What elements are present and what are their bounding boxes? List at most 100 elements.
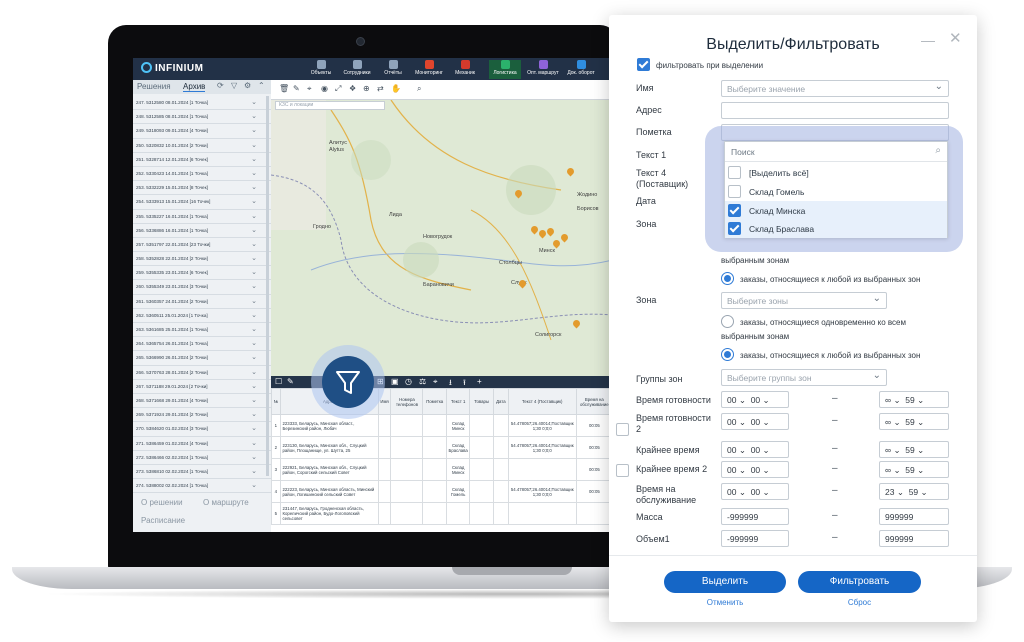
zone-groups-select[interactable]: Выберите группы зон ⌄ [721, 369, 887, 386]
upload-icon[interactable]: ⭱ [463, 377, 466, 391]
route-list-item[interactable]: 268. 5371668 29.01.2024 [4 Точки] ⌄ [133, 394, 271, 409]
route-list-item[interactable]: 256. 5336886 16.01.2024 [1 Точка] ⌄ [133, 224, 271, 238]
chevron-down-icon[interactable]: ⌄ [251, 212, 257, 220]
table-row[interactable]: 3 222921, Беларусь, Минская обл., Слуцкий… [271, 458, 613, 481]
trash-icon[interactable]: 🗑 [279, 84, 289, 93]
nav-mechanic[interactable]: Механик [449, 60, 481, 79]
nav-logistics[interactable]: Логистика [489, 60, 521, 79]
col-header[interactable]: Пометка [422, 388, 447, 415]
route-list-item[interactable]: 250. 5320832 10.01.2024 [2 Точки] ⌄ [133, 139, 271, 153]
route-list-item[interactable]: 267. 5371188 29.01.2024 [2 Точки] ⌄ [133, 380, 271, 394]
chevron-down-icon[interactable]: ⌄ [251, 183, 257, 191]
edit-icon[interactable]: ✎ [287, 377, 294, 386]
nav-monitoring[interactable]: Мониторинг [413, 60, 445, 79]
chevron-down-icon[interactable]: ⌄ [251, 169, 257, 177]
deadline-to[interactable]: ∞ ⌄ 59 ⌄ [879, 441, 949, 458]
download-icon[interactable]: ⭳ [449, 377, 452, 391]
gear-icon[interactable]: ⚙ [244, 81, 251, 90]
nav-reports[interactable]: Отчёты [377, 60, 409, 79]
ready-time2-checkbox[interactable] [616, 423, 629, 436]
route-list-item[interactable]: 248. 5312585 08.01.2024 [1 Точка] ⌄ [133, 110, 271, 125]
mass-from-input[interactable]: -999999 [721, 508, 789, 525]
route-list-item[interactable]: 257. 5351797 22.01.2024 [23 Точки] ⌄ [133, 238, 271, 253]
table-row[interactable]: 4 222223, Беларусь, Минская область, Минс… [271, 480, 613, 503]
about-route-link[interactable]: О маршруте [203, 498, 249, 507]
col-header[interactable]: Текст 4 (Поставщик) [507, 388, 577, 415]
any-zone-radio[interactable] [721, 272, 734, 285]
route-list-item[interactable]: 263. 5361685 25.01.2024 [1 Точка] ⌄ [133, 323, 271, 338]
tab-solutions[interactable]: Решения [137, 82, 171, 91]
route-list-item[interactable]: 274. 5388002 02.02.2024 [1 Точка] ⌄ [133, 479, 271, 494]
nav-employees[interactable]: Сотрудники [341, 60, 373, 79]
scale-icon[interactable]: ⚖ [419, 377, 426, 386]
add-icon[interactable]: + [477, 377, 482, 386]
chevron-down-icon[interactable]: ⌄ [251, 98, 257, 106]
chevron-down-icon[interactable]: ⌄ [251, 112, 257, 120]
route-list-item[interactable]: 253. 5332229 15.01.2024 [8 Точек] ⌄ [133, 181, 271, 196]
route-list-item[interactable]: 259. 5355335 23.01.2024 [6 Точек] ⌄ [133, 266, 271, 281]
hand-icon[interactable]: ✋ [391, 84, 401, 93]
route-tool-icon[interactable]: ⇄ [377, 84, 384, 93]
option-checkbox[interactable] [728, 166, 741, 179]
route-list-item[interactable]: 247. 5312580 08.01.2024 [1 Точка] ⌄ [133, 96, 271, 111]
select-button[interactable]: Выделить [664, 571, 786, 593]
chevron-down-icon[interactable]: ⌄ [251, 424, 257, 432]
route-list-item[interactable]: 249. 5318093 09.01.2024 [4 Точки] ⌄ [133, 124, 271, 139]
route-list-item[interactable]: 251. 5328714 12.01.2024 [6 Точек] ⌄ [133, 153, 271, 167]
service-time-from[interactable]: 00 ⌄ 00 ⌄ [721, 483, 789, 500]
ready-time2-from[interactable]: 00 ⌄ 00 ⌄ [721, 413, 789, 430]
nav-documents[interactable]: Док. оборот [565, 60, 597, 79]
chevron-down-icon[interactable]: ⌄ [251, 453, 257, 461]
target-icon[interactable]: ⊕ [363, 84, 370, 93]
chevron-down-icon[interactable]: ⌄ [251, 226, 257, 234]
route-list-item[interactable]: 258. 5352828 22.01.2024 [2 Точки] ⌄ [133, 252, 271, 267]
refresh-icon[interactable]: ⟳ [217, 81, 224, 90]
chevron-down-icon[interactable]: ⌄ [251, 439, 257, 447]
col-header[interactable]: Товары [469, 388, 494, 415]
chevron-down-icon[interactable]: ⌄ [251, 282, 257, 290]
dropdown-option-braslav[interactable]: Склад Браслава [725, 219, 947, 238]
chevron-down-icon[interactable]: ⌄ [251, 339, 257, 347]
ready-time-to[interactable]: ∞ ⌄ 59 ⌄ [879, 391, 949, 408]
chevron-down-icon[interactable]: ⌄ [251, 254, 257, 262]
close-icon[interactable]: ✕ [949, 29, 962, 47]
table-row[interactable]: 1 223333, Беларусь, Минская област., Бере… [271, 414, 613, 437]
clock-icon[interactable]: ◷ [405, 377, 412, 386]
col-header[interactable]: Дата [492, 388, 509, 415]
table-row[interactable]: 5 231447, Беларусь, Гродненская область, … [271, 502, 613, 525]
filter-apply-button[interactable]: Фильтровать [798, 571, 921, 593]
chevron-down-icon[interactable]: ⌄ [251, 368, 257, 376]
col-header[interactable]: Время на обслуживание [575, 388, 613, 415]
filter-on-select-checkbox[interactable] [637, 58, 650, 71]
chevron-down-icon[interactable]: ⌄ [251, 126, 257, 134]
schedule-link[interactable]: Расписание [141, 516, 185, 525]
route-list-scrollbar[interactable] [266, 96, 269, 476]
deadline2-to[interactable]: ∞ ⌄ 59 ⌄ [879, 461, 949, 478]
box-icon[interactable]: ▣ [391, 377, 399, 386]
ready-time2-to[interactable]: ∞ ⌄ 59 ⌄ [879, 413, 949, 430]
name-select[interactable]: Выберите значение ⌄ [721, 80, 949, 97]
mass-to-input[interactable]: 999999 [879, 508, 949, 525]
route-list-item[interactable]: 272. 5386466 02.02.2024 [1 Точка] ⌄ [133, 451, 271, 465]
route-list-item[interactable]: 254. 5333913 15.01.2024 [16 Точек] ⌄ [133, 195, 271, 210]
chevron-down-icon[interactable]: ⌄ [251, 481, 257, 489]
address-input[interactable] [721, 102, 949, 119]
chevron-down-icon[interactable]: ⌄ [251, 297, 257, 305]
checkbox-icon[interactable]: ☐ [275, 377, 282, 386]
layers-icon[interactable]: ❖ [349, 84, 356, 93]
route-list-item[interactable]: 265. 5366990 26.01.2024 [2 Точки] ⌄ [133, 351, 271, 366]
nav-objects[interactable]: Объекты [305, 60, 337, 79]
route-list-item[interactable]: 255. 5335227 16.01.2024 [1 Точка] ⌄ [133, 210, 271, 224]
route-list-item[interactable]: 261. 5360357 24.01.2024 [2 Точки] ⌄ [133, 295, 271, 309]
deadline2-from[interactable]: 00 ⌄ 00 ⌄ [721, 461, 789, 478]
pin-icon[interactable]: ⌖ [307, 84, 312, 94]
dropdown-option-select-all[interactable]: [Выделить всё] [725, 163, 947, 182]
zones-select[interactable]: Выберите зоны ⌄ [721, 292, 887, 309]
route-list-item[interactable]: 270. 5384620 01.02.2024 [3 Точки] ⌄ [133, 422, 271, 437]
chevron-down-icon[interactable]: ⌄ [251, 240, 257, 248]
pencil-icon[interactable]: ✎ [293, 84, 300, 93]
location-icon[interactable]: ⌖ [433, 377, 438, 387]
search-icon[interactable]: ⌕ [417, 84, 421, 94]
all-zones-radio[interactable] [721, 315, 734, 328]
chevron-down-icon[interactable]: ⌄ [251, 396, 257, 404]
